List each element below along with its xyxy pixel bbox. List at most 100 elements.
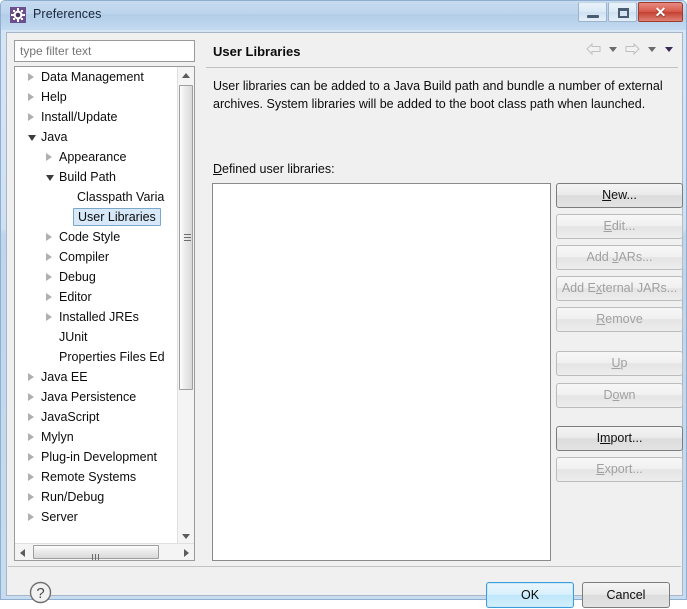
- help-button[interactable]: ?: [27, 579, 54, 606]
- up-button: Up: [556, 351, 683, 376]
- sidebar-item-label: Java Persistence: [41, 390, 137, 404]
- page-description: User libraries can be added to a Java Bu…: [213, 79, 663, 111]
- mnemonic-letter: E: [603, 219, 612, 233]
- chevron-right-icon[interactable]: [28, 453, 34, 461]
- sidebar-item-label: Plug-in Development: [41, 450, 158, 464]
- chevron-right-icon[interactable]: [28, 513, 34, 521]
- chevron-down-icon[interactable]: [28, 135, 36, 141]
- chevron-right-icon[interactable]: [46, 153, 52, 161]
- user-libraries-list[interactable]: [212, 183, 551, 561]
- sidebar-item-label: Editor: [59, 290, 92, 304]
- forward-arrow-icon[interactable]: [623, 42, 641, 56]
- sidebar-item-build-path[interactable]: Build Path: [15, 167, 179, 187]
- sidebar-item-data-management[interactable]: Data Management: [15, 67, 179, 87]
- minimize-button[interactable]: [578, 2, 607, 22]
- mnemonic-letter: E: [596, 462, 605, 476]
- sidebar-item-help[interactable]: Help: [15, 87, 179, 107]
- tree-vertical-scrollbar[interactable]: [177, 67, 194, 545]
- chevron-right-icon[interactable]: [28, 413, 34, 421]
- chevron-right-icon[interactable]: [28, 473, 34, 481]
- tree-vscroll-thumb[interactable]: [179, 85, 193, 390]
- chevron-right-icon[interactable]: [28, 113, 34, 121]
- sidebar-item-compiler[interactable]: Compiler: [15, 247, 179, 267]
- back-dropdown-icon[interactable]: [606, 42, 620, 56]
- close-button[interactable]: ✕: [638, 2, 683, 22]
- maximize-icon: [618, 8, 629, 18]
- ok-button[interactable]: OK: [486, 582, 574, 608]
- back-arrow-icon[interactable]: [585, 42, 603, 56]
- chevron-right-icon[interactable]: [46, 253, 52, 261]
- forward-dropdown-icon[interactable]: [645, 42, 659, 56]
- scroll-right-icon[interactable]: [184, 549, 189, 557]
- svg-text:?: ?: [36, 585, 44, 602]
- chevron-right-icon[interactable]: [28, 373, 34, 381]
- sidebar-item-junit[interactable]: JUnit: [15, 327, 179, 347]
- scroll-grip-icon: [92, 550, 101, 560]
- sidebar-item-run-debug[interactable]: Run/Debug: [15, 487, 179, 507]
- sidebar-item-label: Properties Files Ed: [59, 350, 165, 364]
- search-input[interactable]: [14, 40, 195, 62]
- sidebar-item-javascript[interactable]: JavaScript: [15, 407, 179, 427]
- tree-horizontal-scrollbar[interactable]: [15, 543, 194, 560]
- sidebar-item-label: Code Style: [59, 230, 121, 244]
- scroll-down-icon[interactable]: [182, 534, 190, 539]
- chevron-right-icon[interactable]: [28, 93, 34, 101]
- sidebar-item-java-persistence[interactable]: Java Persistence: [15, 387, 179, 407]
- dialog-client-area: Data Management Help Install/Update Java App…: [6, 32, 683, 608]
- page-title: User Libraries: [213, 44, 301, 59]
- sidebar-item-server[interactable]: Server: [15, 507, 179, 527]
- mnemonic-letter: D: [213, 162, 223, 176]
- sidebar-item-label: User Libraries: [73, 208, 161, 226]
- chevron-right-icon[interactable]: [46, 233, 52, 241]
- scroll-left-icon[interactable]: [20, 549, 25, 557]
- button-column: New... Edit... Add JARs... Add External JAR…: [556, 183, 683, 561]
- sidebar-item-label: Java EE: [41, 370, 88, 384]
- chevron-right-icon[interactable]: [28, 73, 34, 81]
- sidebar-item-label: Mylyn: [41, 430, 74, 444]
- sidebar-item-classpath-varia[interactable]: Classpath Varia: [15, 187, 179, 207]
- sidebar-item-mylyn[interactable]: Mylyn: [15, 427, 179, 447]
- sidebar-item-properties-files-ed[interactable]: Properties Files Ed: [15, 347, 179, 367]
- remove-button: Remove: [556, 307, 683, 332]
- sidebar-item-install-update[interactable]: Install/Update: [15, 107, 179, 127]
- sidebar-item-remote-systems[interactable]: Remote Systems: [15, 467, 179, 487]
- chevron-right-icon[interactable]: [46, 273, 52, 281]
- window-title: Preferences: [33, 7, 102, 21]
- sidebar-item-installed-jres[interactable]: Installed JREs: [15, 307, 179, 327]
- chevron-right-icon[interactable]: [28, 493, 34, 501]
- gear-icon: [10, 7, 26, 23]
- chevron-right-icon[interactable]: [28, 393, 34, 401]
- sidebar-item-code-style[interactable]: Code Style: [15, 227, 179, 247]
- sidebar-item-label: Compiler: [59, 250, 110, 264]
- maximize-button[interactable]: [608, 2, 637, 22]
- scroll-up-icon[interactable]: [182, 73, 190, 78]
- sidebar-item-editor[interactable]: Editor: [15, 287, 179, 307]
- sidebar-item-label: Debug: [59, 270, 96, 284]
- tree-hscroll-thumb[interactable]: [33, 545, 159, 560]
- sidebar-item-user-libraries[interactable]: User Libraries: [15, 207, 179, 227]
- sidebar-item-plug-in-development[interactable]: Plug-in Development: [15, 447, 179, 467]
- preferences-tree[interactable]: Data Management Help Install/Update Java App…: [14, 66, 195, 561]
- preferences-dialog: Preferences ✕ Data Management Help Install…: [0, 0, 687, 608]
- chevron-right-icon[interactable]: [46, 293, 52, 301]
- chevron-right-icon[interactable]: [28, 433, 34, 441]
- navigation-toolbar: [585, 41, 676, 61]
- cancel-button[interactable]: Cancel: [582, 582, 670, 608]
- sidebar-item-label: Build Path: [59, 170, 116, 184]
- sidebar-item-label: Data Management: [41, 70, 144, 84]
- sidebar-item-java-ee[interactable]: Java EE: [15, 367, 179, 387]
- sidebar-item-appearance[interactable]: Appearance: [15, 147, 179, 167]
- sidebar-item-label: Java: [41, 130, 68, 144]
- defined-libraries-label: Defined user libraries:: [213, 162, 335, 176]
- chevron-down-icon[interactable]: [46, 175, 54, 181]
- mnemonic-letter: m: [600, 431, 611, 445]
- scroll-grip-icon: [184, 233, 191, 243]
- chevron-right-icon[interactable]: [46, 313, 52, 321]
- sidebar-item-java[interactable]: Java: [15, 127, 179, 147]
- import-button[interactable]: Import...: [556, 426, 683, 451]
- new-button[interactable]: New...: [556, 183, 683, 208]
- mnemonic-letter: N: [602, 188, 612, 202]
- sidebar-item-debug[interactable]: Debug: [15, 267, 179, 287]
- view-menu-icon[interactable]: [662, 42, 676, 56]
- sidebar-item-label: JUnit: [59, 330, 88, 344]
